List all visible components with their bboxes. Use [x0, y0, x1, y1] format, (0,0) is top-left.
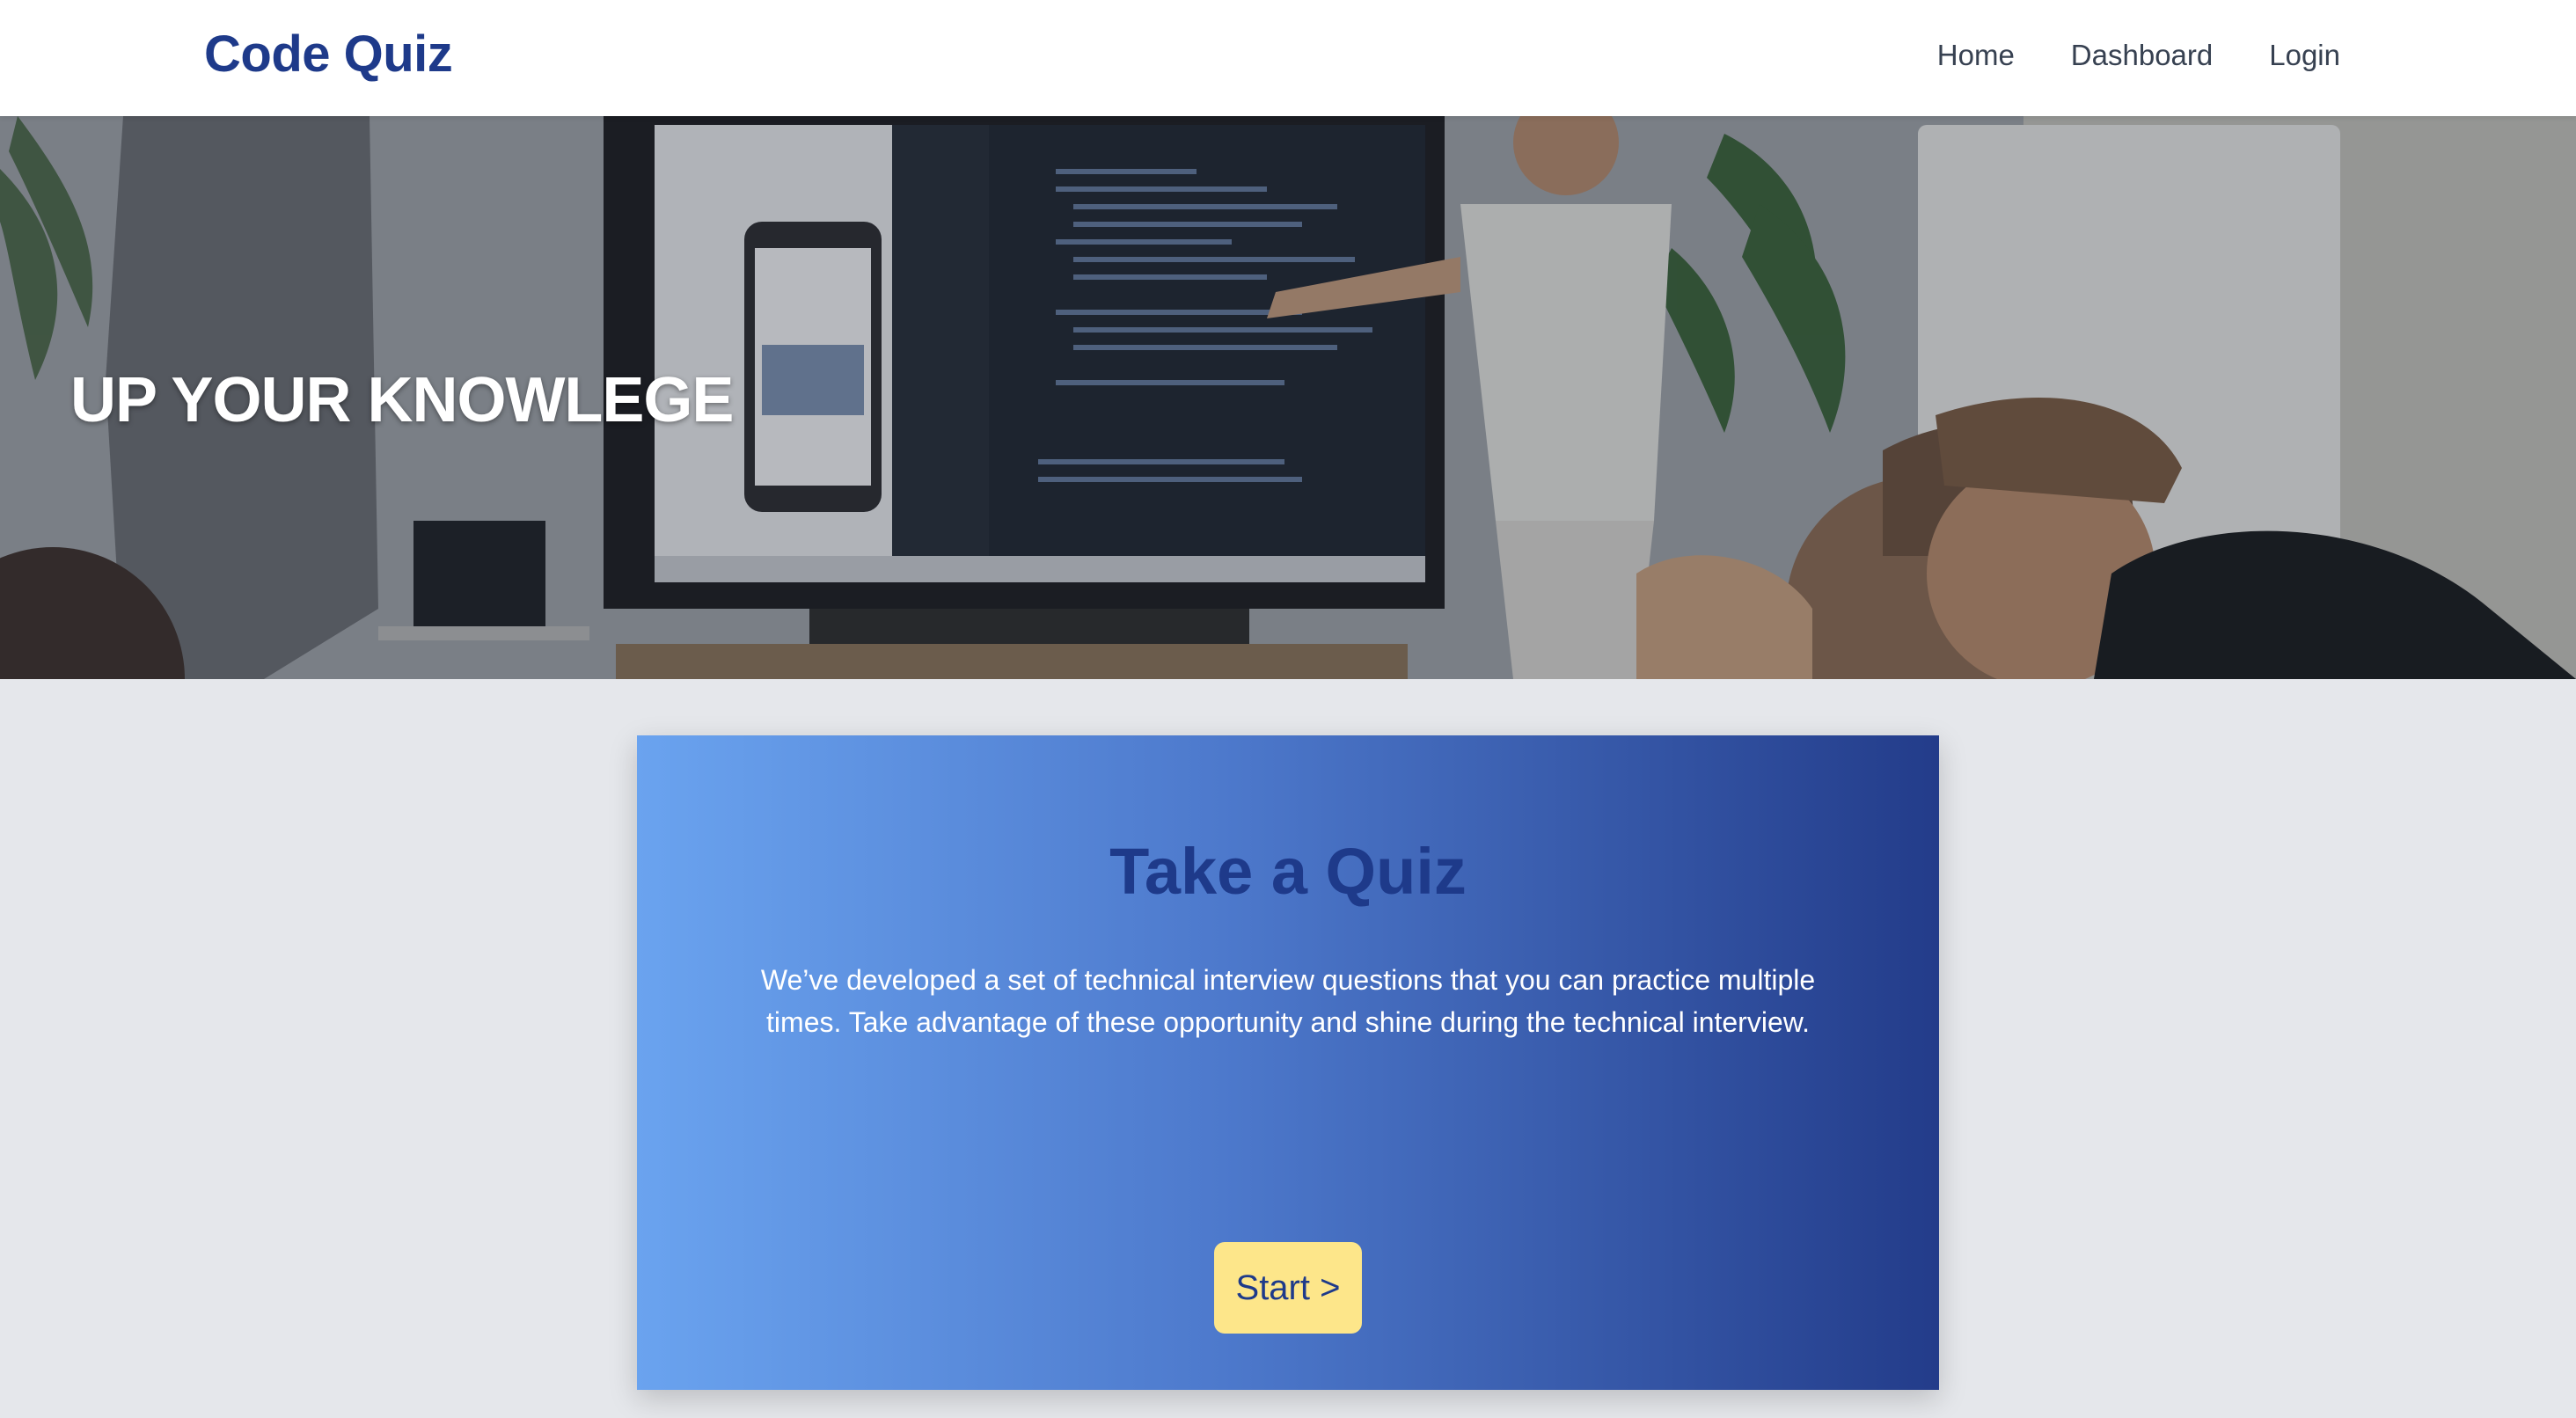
nav-dashboard-link[interactable]: Dashboard [2071, 39, 2213, 72]
hero-banner: UP YOUR KNOWLEGE [0, 116, 2576, 679]
brand-logo-link[interactable]: Code Quiz [204, 25, 453, 84]
start-quiz-button[interactable]: Start > [1214, 1242, 1362, 1334]
quiz-card: Take a Quiz We’ve developed a set of tec… [637, 735, 1939, 1390]
quiz-card-title: Take a Quiz [1109, 835, 1467, 908]
top-navbar: Code Quiz Home Dashboard Login [0, 0, 2576, 116]
nav-home-link[interactable]: Home [1937, 39, 2015, 72]
hero-title: UP YOUR KNOWLEGE [70, 365, 734, 435]
quiz-card-description: We’ve developed a set of technical inter… [760, 964, 1816, 1038]
nav-login-link[interactable]: Login [2269, 39, 2340, 72]
nav-links: Home Dashboard Login [1937, 39, 2340, 72]
